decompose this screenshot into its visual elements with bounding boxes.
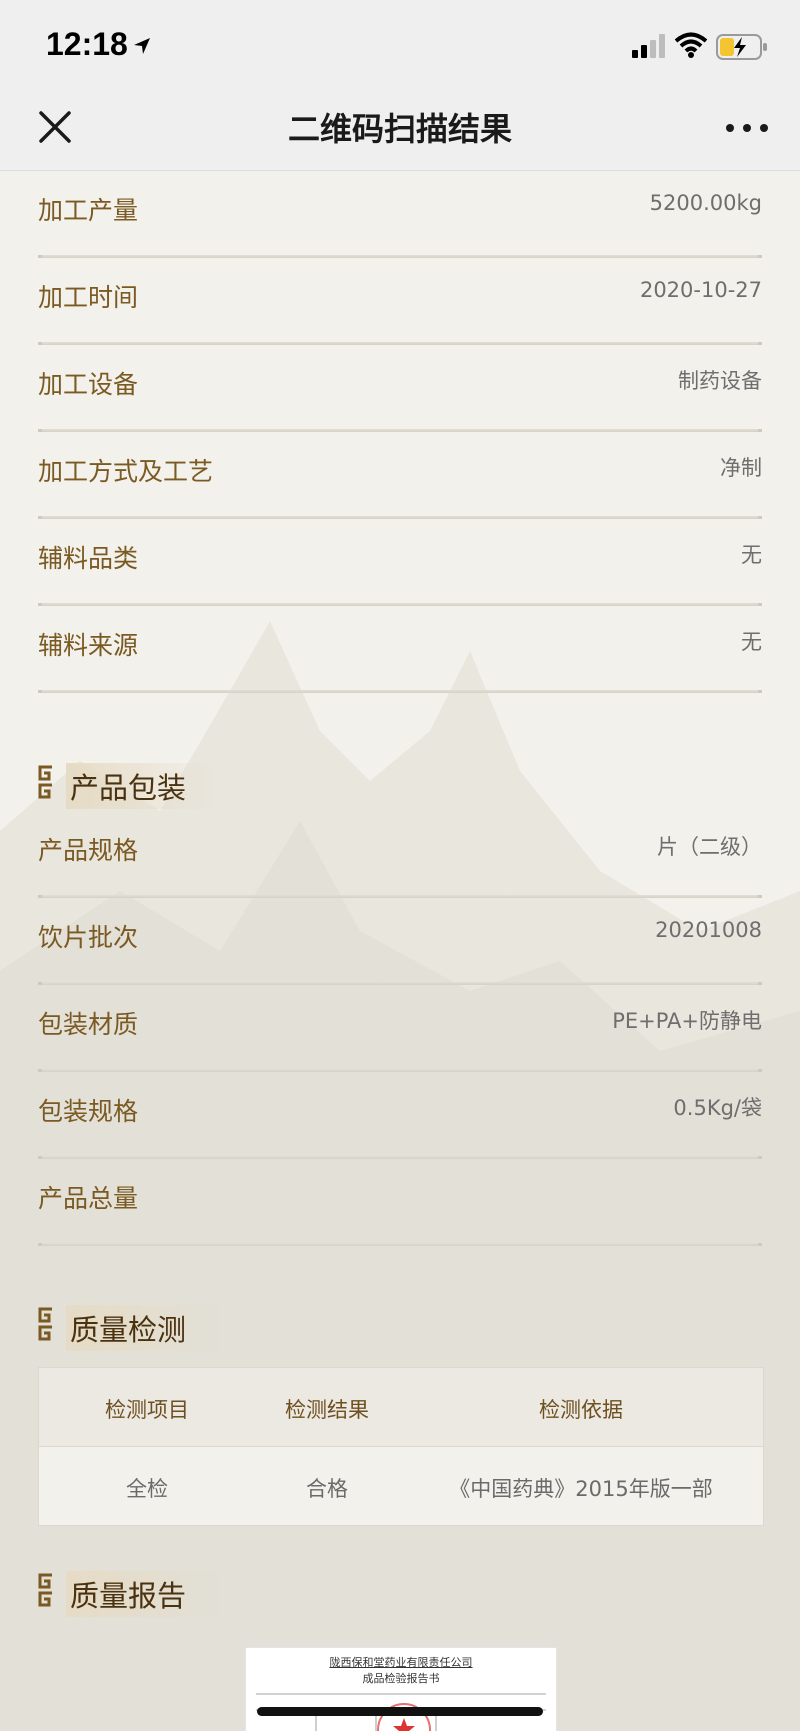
list-item: 辅料品类 无 <box>38 519 762 606</box>
section-title: 产品包装 <box>66 763 223 809</box>
row-label: 产品规格 <box>38 836 139 865</box>
row-label: 包装规格 <box>38 1097 139 1126</box>
list-item: 产品总量 <box>38 1159 762 1246</box>
row-label: 包装材质 <box>38 1010 139 1039</box>
list-item: 加工产量 5200.00kg <box>38 171 762 258</box>
section-header-quality-check: 质量检测 <box>38 1303 398 1351</box>
row-value: 2020-10-27 <box>639 278 762 302</box>
page-title: 二维码扫描结果 <box>287 110 512 148</box>
navigation-bar: 二维码扫描结果 <box>0 90 800 170</box>
row-divider <box>38 690 762 693</box>
row-label: 辅料品类 <box>38 544 139 573</box>
quality-report-image[interactable]: 陇西保和堂药业有限责任公司 成品检验报告书 <box>245 1647 557 1731</box>
quality-table: 检测项目 检测结果 检测依据 全检 合格 《中国药典》2015年版一部 <box>38 1367 764 1526</box>
row-value: 无 <box>741 630 762 654</box>
table-row: 全检 合格 《中国药典》2015年版一部 <box>39 1447 763 1525</box>
row-label: 加工方式及工艺 <box>38 457 214 486</box>
section-title: 质量检测 <box>66 1305 223 1351</box>
list-item: 加工方式及工艺 净制 <box>38 432 762 519</box>
section-header-quality-report: 质量报告 <box>38 1569 398 1617</box>
report-doc-title: 成品检验报告书 <box>362 1672 440 1685</box>
list-item: 辅料来源 无 <box>38 606 762 693</box>
row-label: 饮片批次 <box>38 923 139 952</box>
row-value: 5200.00kg <box>649 191 762 215</box>
column-header: 检测依据 <box>539 1398 623 1422</box>
cellular-signal-icon <box>632 34 665 58</box>
more-options-icon[interactable] <box>722 118 772 138</box>
status-time: 12:18 <box>46 26 128 62</box>
row-label: 辅料来源 <box>38 631 139 660</box>
table-cell: 全检 <box>126 1477 168 1501</box>
row-label: 加工产量 <box>38 196 139 225</box>
list-item: 包装规格 0.5Kg/袋 <box>38 1072 762 1159</box>
battery-charging-icon <box>716 34 767 60</box>
table-header: 检测项目 检测结果 检测依据 <box>39 1368 763 1447</box>
row-label: 产品总量 <box>38 1184 139 1213</box>
status-bar: 12:18 <box>0 0 800 90</box>
row-value: 0.5Kg/袋 <box>673 1096 762 1120</box>
table-cell: 《中国药典》2015年版一部 <box>449 1477 713 1501</box>
column-header: 检测结果 <box>285 1398 369 1422</box>
row-label: 加工设备 <box>38 370 139 399</box>
scroll-content[interactable]: 加工产量 5200.00kg 加工时间 2020-10-27 加工设备 制药设备… <box>0 171 800 1731</box>
row-value: PE+PA+防静电 <box>612 1009 762 1033</box>
list-item: 产品规格 片（二级） <box>38 811 762 898</box>
row-value: 20201008 <box>655 918 762 942</box>
home-indicator[interactable] <box>257 1707 543 1716</box>
fret-pattern-icon <box>38 1307 52 1341</box>
list-item: 饮片批次 20201008 <box>38 898 762 985</box>
row-value: 片（二级） <box>657 835 762 859</box>
report-company: 陇西保和堂药业有限责任公司 <box>329 1656 473 1669</box>
table-cell: 合格 <box>306 1477 348 1501</box>
row-value: 制药设备 <box>678 369 762 393</box>
column-header: 检测项目 <box>105 1398 189 1422</box>
list-item: 加工设备 制药设备 <box>38 345 762 432</box>
section-title: 质量报告 <box>66 1571 223 1617</box>
row-value: 无 <box>741 543 762 567</box>
section-header-packaging: 产品包装 <box>38 761 398 809</box>
row-value: 净制 <box>720 456 762 480</box>
wifi-icon <box>674 32 708 58</box>
row-label: 加工时间 <box>38 283 139 312</box>
top-bar: 12:18 二维码扫描结果 <box>0 0 800 171</box>
location-arrow-icon <box>134 38 150 54</box>
row-divider <box>38 1243 762 1246</box>
fret-pattern-icon <box>38 1573 52 1607</box>
list-item: 加工时间 2020-10-27 <box>38 258 762 345</box>
list-item: 包装材质 PE+PA+防静电 <box>38 985 762 1072</box>
fret-pattern-icon <box>38 765 52 799</box>
